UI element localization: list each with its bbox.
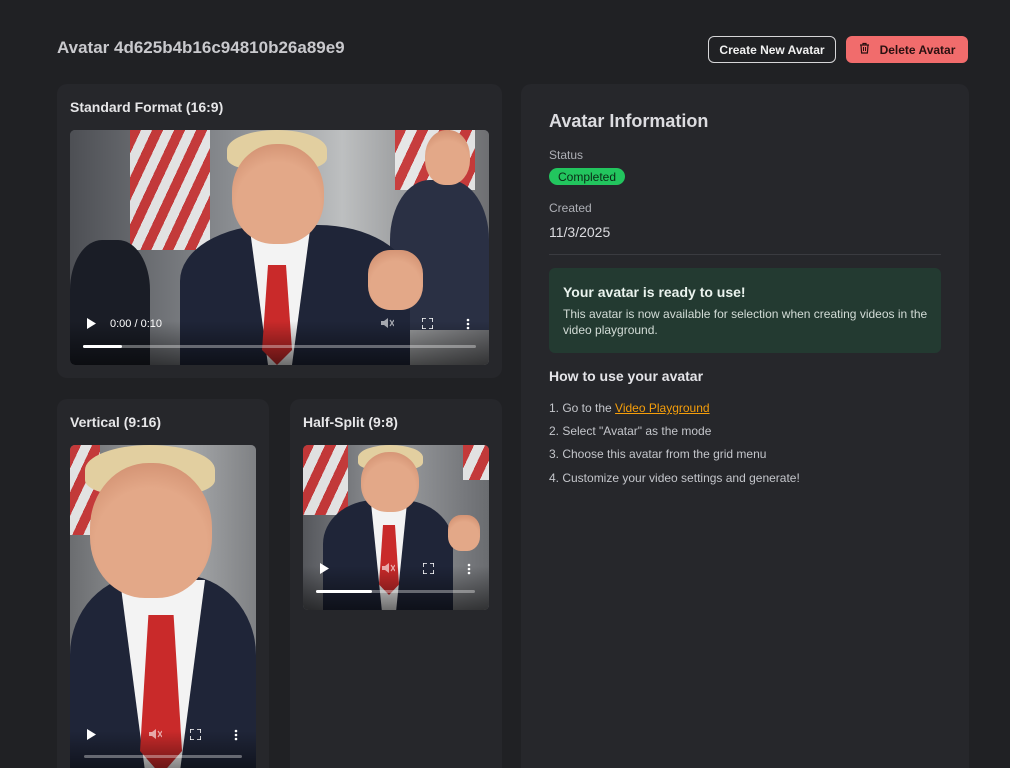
status-label: Status <box>549 148 584 162</box>
step-2: 2. Select "Avatar" as the mode <box>549 424 712 438</box>
create-new-avatar-label: Create New Avatar <box>719 42 825 57</box>
half-split-video-controls <box>303 566 489 610</box>
standard-video-progress[interactable] <box>83 345 476 348</box>
vertical-video-controls <box>70 731 256 768</box>
create-new-avatar-button[interactable]: Create New Avatar <box>708 36 836 63</box>
standard-format-card: Standard Format (16:9) 0:00 / 0:10 <box>57 84 502 378</box>
play-icon[interactable] <box>319 563 329 577</box>
play-icon[interactable] <box>86 729 96 743</box>
vertical-format-card: Vertical (9:16) <box>57 399 269 768</box>
half-split-card: Half-Split (9:8) <box>290 399 502 768</box>
delete-avatar-label: Delete Avatar <box>879 42 956 57</box>
fullscreen-icon[interactable] <box>421 317 434 332</box>
step-1: 1. Go to the Video Playground <box>549 401 710 415</box>
mute-icon[interactable] <box>381 562 396 577</box>
ready-notice-title: Your avatar is ready to use! <box>563 284 746 300</box>
trash-icon <box>859 42 870 57</box>
video-playground-link[interactable]: Video Playground <box>615 401 710 415</box>
mute-icon[interactable] <box>380 317 395 332</box>
more-options-icon[interactable] <box>234 729 238 744</box>
play-icon[interactable] <box>86 318 96 332</box>
mute-icon[interactable] <box>148 728 163 743</box>
status-badge: Completed <box>549 168 626 185</box>
step-1-text: 1. Go to the <box>549 401 616 415</box>
step-4: 4. Customize your video settings and gen… <box>549 471 800 485</box>
more-options-icon[interactable] <box>466 318 470 333</box>
more-options-icon[interactable] <box>467 563 471 578</box>
vertical-video-player[interactable] <box>70 445 256 768</box>
created-date: 11/3/2025 <box>549 224 611 240</box>
fullscreen-icon[interactable] <box>189 728 202 743</box>
page-title: Avatar 4d625b4b16c94810b26a89e9 <box>57 38 345 57</box>
fullscreen-icon[interactable] <box>422 562 435 577</box>
vertical-video-progress[interactable] <box>84 755 242 758</box>
half-split-video-player[interactable] <box>303 445 489 610</box>
vertical-format-title: Vertical (9:16) <box>70 414 162 430</box>
half-split-video-progress[interactable] <box>316 590 475 593</box>
half-split-progress-fill <box>316 590 372 593</box>
ready-notice: Your avatar is ready to use! This avatar… <box>549 268 941 353</box>
video-time: 0:00 / 0:10 <box>110 318 162 330</box>
standard-progress-fill <box>83 345 123 348</box>
vertical-video-frame <box>70 445 256 768</box>
ready-notice-text: This avatar is now available for selecti… <box>563 307 928 337</box>
delete-avatar-button[interactable]: Delete Avatar <box>846 36 968 63</box>
created-label: Created <box>549 201 592 215</box>
how-to-title: How to use your avatar <box>549 368 704 384</box>
avatar-information-title: Avatar Information <box>549 111 709 131</box>
half-split-title: Half-Split (9:8) <box>303 414 398 430</box>
divider <box>549 254 941 255</box>
step-3: 3. Choose this avatar from the grid menu <box>549 447 767 461</box>
standard-video-player[interactable]: 0:00 / 0:10 <box>70 130 489 365</box>
standard-format-title: Standard Format (16:9) <box>70 99 224 115</box>
